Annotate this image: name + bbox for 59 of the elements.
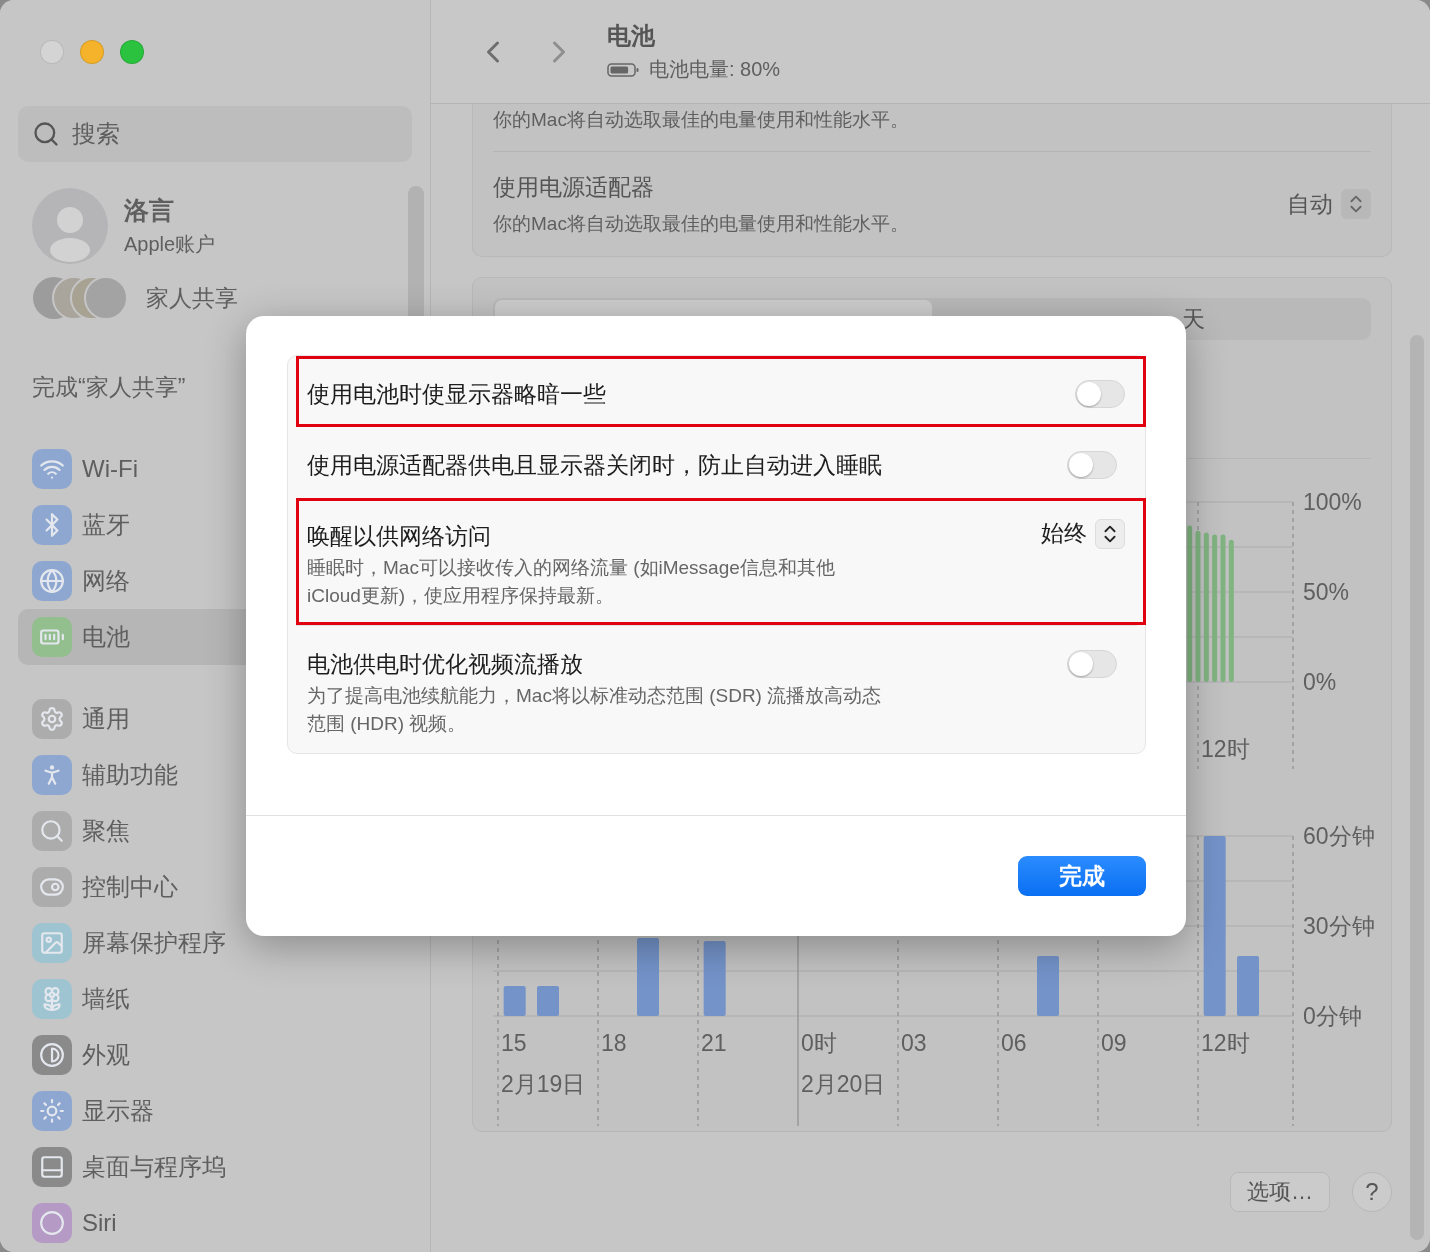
bar	[503, 986, 526, 1016]
axis-label: 09	[1101, 1030, 1127, 1056]
search-field[interactable]: 搜索	[18, 106, 412, 162]
axis-label: 12时	[1201, 736, 1250, 762]
page-title: 电池	[607, 21, 656, 51]
axis-label: 0分钟	[1303, 1003, 1362, 1029]
setting-description: 为了提高电池续航能力，Mac将以标准动态范围 (SDR) 流播放高动态范围 (HDR) 视频。	[307, 684, 883, 736]
bar	[1037, 956, 1059, 1016]
sidebar-item[interactable]: 辅助功能	[18, 747, 412, 803]
bar	[537, 986, 559, 1016]
done-button[interactable]: 完成	[1018, 856, 1146, 896]
sidebar-item[interactable]: 桌面与程序坞	[18, 1139, 412, 1195]
setting-title: 使用电源适配器	[493, 172, 655, 202]
bar	[1237, 956, 1259, 1016]
axis-label: 30分钟	[1303, 913, 1375, 939]
axis-label: 18	[601, 1030, 627, 1056]
options-button[interactable]: 选项…	[1230, 1172, 1330, 1212]
setting-description: 睡眠时，Mac可以接收传入的网络流量 (如iMessage信息和其他iCloud更新)，使应用程序保持最新。	[307, 556, 836, 608]
zoom-button[interactable]	[120, 40, 144, 64]
toggle-switch[interactable]	[1067, 650, 1117, 678]
family-sharing-label[interactable]: 家人共享	[146, 282, 238, 314]
axis-label: 21	[701, 1030, 727, 1056]
popup-menu[interactable]: 自动	[1287, 188, 1371, 220]
axis-label: 60分钟	[1303, 823, 1375, 849]
date-label: 2月19日	[501, 1071, 586, 1097]
popup-menu[interactable]: 始终	[1041, 518, 1125, 549]
sidebar-item[interactable]: 墙纸	[18, 971, 412, 1027]
axis-label: 50%	[1303, 579, 1350, 605]
setting-title: 唤醒以供网络访问	[307, 522, 492, 551]
avatar[interactable]	[32, 188, 108, 264]
axis-label: 15	[501, 1030, 527, 1056]
battery-status: 电池电量: 80%	[649, 57, 781, 82]
setting-title: 使用电池时使显示器略暗一些	[307, 380, 606, 409]
battery-icon	[607, 61, 639, 78]
axis-label: 06	[1001, 1030, 1027, 1056]
axis-label: 03	[901, 1030, 927, 1056]
account-subtitle: Apple账户	[124, 232, 216, 257]
sidebar-item[interactable]: 聚焦	[18, 803, 412, 859]
account-name: 洛言	[124, 195, 175, 226]
help-button[interactable]: ?	[1352, 1172, 1392, 1212]
axis-label: 12时	[1201, 1030, 1250, 1056]
search-icon	[32, 120, 60, 148]
axis-label: 100%	[1303, 489, 1362, 515]
sidebar-item[interactable]: 外观	[18, 1027, 412, 1083]
sidebar-item[interactable]: Siri	[18, 1195, 412, 1251]
setting-description: 你的Mac将自动选取最佳的电量使用和性能水平。	[493, 211, 909, 236]
close-button[interactable]	[40, 40, 64, 64]
axis-label: 0%	[1303, 669, 1337, 695]
setting-description: 你的Mac将自动选取最佳的电量使用和性能水平。	[493, 104, 1371, 152]
toggle-switch[interactable]	[1067, 451, 1117, 479]
axis-label: 0时	[801, 1030, 837, 1056]
sidebar-item[interactable]: 控制中心	[18, 859, 412, 915]
setup-notice[interactable]: 完成“家人共享”	[18, 372, 186, 403]
setting-title: 使用电源适配器供电且显示器关闭时，防止自动进入睡眠	[307, 451, 882, 480]
date-label: 2月20日	[801, 1071, 886, 1097]
toggle-switch[interactable]	[1075, 380, 1125, 408]
minimize-button[interactable]	[80, 40, 104, 64]
sidebar-item[interactable]: 显示器	[18, 1083, 412, 1139]
sidebar-item[interactable]: 屏幕保护程序	[18, 915, 412, 971]
